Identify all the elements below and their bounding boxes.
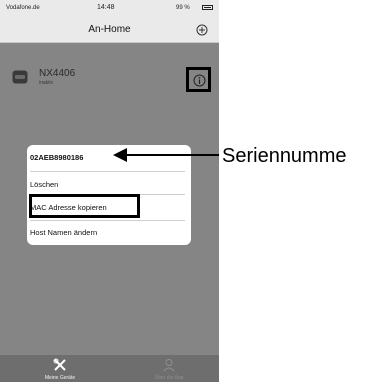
info-button-highlight[interactable] [186, 67, 211, 92]
delete-item[interactable]: Löschen [30, 180, 180, 189]
navigation-bar: An-Home [0, 17, 219, 43]
callout-arrow [113, 148, 219, 162]
person-icon [163, 359, 175, 372]
battery-icon [202, 5, 213, 10]
tab-label: Über die App [154, 375, 184, 381]
device-status: inaktiv [39, 80, 54, 86]
phone-screen: Vodafone.de 14:48 99 % An-Home NX4406 in… [0, 0, 219, 382]
page-title: An-Home [88, 24, 131, 35]
rename-host-item[interactable]: Host Namen ändern [30, 228, 180, 237]
divider [30, 171, 185, 172]
tools-icon [53, 358, 66, 371]
mac-copy-highlight [29, 194, 140, 218]
router-icon [12, 70, 28, 84]
tab-about[interactable]: Über die App [119, 355, 219, 382]
device-name: NX4406 [39, 68, 76, 79]
tab-label: Meine Geräte [44, 375, 76, 381]
tab-bar: Meine Geräte Über die App [0, 355, 219, 382]
status-bar: Vodafone.de 14:48 99 % [0, 0, 219, 17]
divider [30, 220, 185, 221]
clock: 14:48 [97, 4, 115, 11]
serial-number-callout: Seriennumme [222, 145, 347, 167]
plus-circle-icon[interactable] [196, 24, 208, 36]
carrier-label: Vodafone.de [6, 5, 40, 11]
tab-my-devices[interactable]: Meine Geräte [10, 355, 110, 382]
info-icon[interactable] [193, 74, 206, 87]
battery-percentage: 99 % [176, 5, 190, 11]
